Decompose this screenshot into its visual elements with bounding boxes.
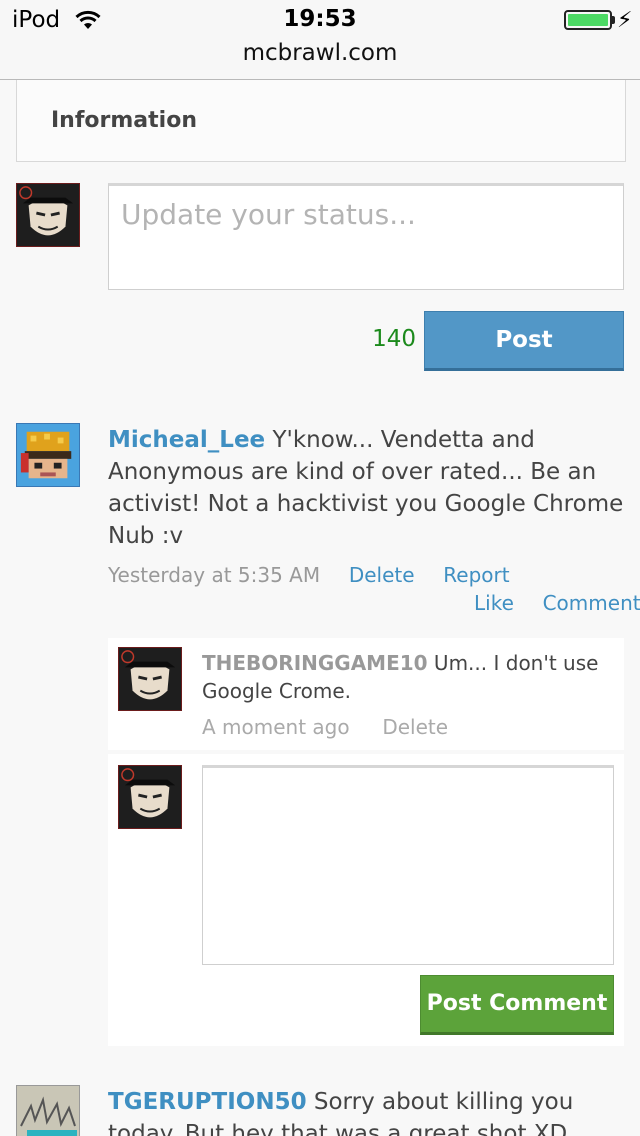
comment-author-avatar[interactable] [118, 647, 182, 711]
post-meta: Yesterday at 5:35 AM Delete Report [108, 563, 510, 587]
comment-input[interactable] [202, 765, 614, 965]
comment-meta: A moment ago Delete [202, 715, 448, 739]
information-title[interactable]: Information [51, 108, 197, 133]
char-counter: 140 [372, 326, 416, 352]
post-author-link[interactable]: Micheal_Lee [108, 427, 265, 453]
post-timestamp[interactable]: Yesterday at 5:35 AM [108, 563, 320, 587]
next-post-author-link[interactable]: TGERUPTION50 [108, 1089, 307, 1115]
comment-item: THEBORINGGAME10 Um... I don't use Google… [108, 638, 624, 750]
post-author-avatar[interactable] [16, 423, 80, 487]
comment-link[interactable]: Comment [543, 591, 640, 615]
like-link[interactable]: Like [474, 591, 514, 615]
mask-avatar-icon [17, 184, 79, 246]
battery-tip [611, 16, 615, 24]
post-report-link[interactable]: Report [443, 563, 509, 587]
browser-header: iPod 19:53 ⚡︎ mcbrawl.com [0, 0, 640, 80]
status-input[interactable] [108, 183, 624, 290]
blocky-character-avatar-icon [17, 424, 79, 486]
mask-avatar-icon [119, 648, 181, 710]
post-actions: Like Comment [474, 591, 640, 615]
battery-icon [564, 10, 612, 30]
mask-avatar-icon [119, 766, 181, 828]
reply-avatar[interactable] [118, 765, 182, 829]
comment-delete-link[interactable]: Delete [382, 715, 448, 739]
post-button[interactable]: Post [424, 311, 624, 371]
reply-composer: Post Comment [108, 754, 624, 1046]
comment-timestamp[interactable]: A moment ago [202, 715, 350, 739]
user-avatar[interactable] [16, 183, 80, 247]
post-delete-link[interactable]: Delete [349, 563, 415, 587]
information-panel: Information [16, 80, 626, 162]
clock: 19:53 [283, 6, 357, 32]
next-post-body: TGERUPTION50 Sorry about killing you tod… [108, 1086, 628, 1136]
comment-body: THEBORINGGAME10 Um... I don't use Google… [202, 649, 612, 705]
comment-author-link[interactable]: THEBORINGGAME10 [202, 651, 428, 675]
charging-icon: ⚡︎ [617, 8, 633, 33]
post-body: Micheal_Lee Y'know... Vendetta and Anony… [108, 424, 628, 552]
next-post-avatar[interactable] [16, 1085, 80, 1136]
post-comment-button[interactable]: Post Comment [420, 975, 614, 1035]
url-bar[interactable]: mcbrawl.com [0, 40, 640, 66]
photo-avatar-icon [17, 1086, 79, 1136]
